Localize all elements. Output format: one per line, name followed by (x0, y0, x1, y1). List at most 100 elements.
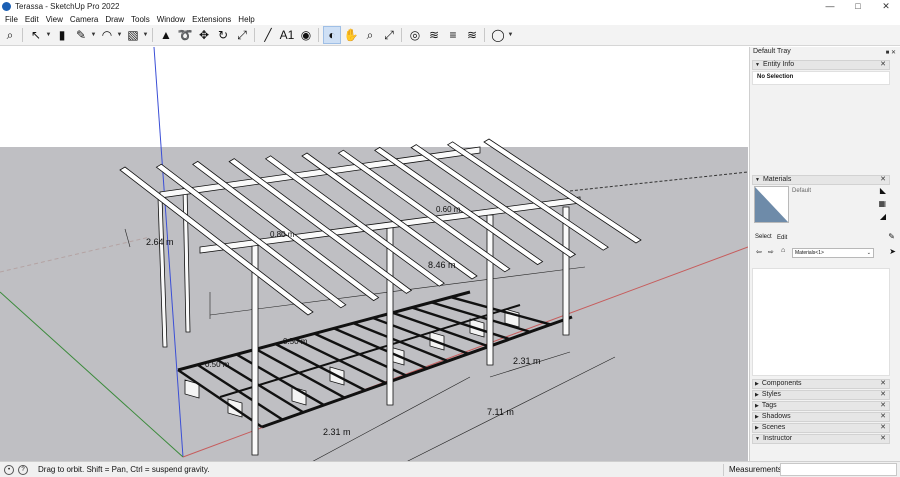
material-default-icon[interactable]: ◢ (880, 212, 886, 221)
material-swatch[interactable] (754, 186, 789, 223)
zoom-extents-tool-icon[interactable]: ⤢ (380, 26, 398, 44)
post[interactable] (386, 226, 394, 406)
chevron-down-icon[interactable]: ▼ (116, 32, 123, 38)
help-icon[interactable]: ? (18, 464, 28, 475)
close-panel-icon[interactable]: ✕ (880, 391, 886, 399)
material-name: Default (792, 188, 812, 194)
chevron-down-icon[interactable]: ▼ (507, 32, 514, 38)
zoom-tool-icon[interactable]: ⌕ (361, 26, 379, 44)
post[interactable] (251, 244, 259, 456)
close-panel-icon[interactable]: ✕ (880, 424, 886, 432)
panel-title: Tags (761, 402, 777, 409)
menu-tools[interactable]: Tools (131, 15, 150, 24)
post[interactable] (486, 214, 494, 366)
materials-preview: Default ◣ ▦ ◢ (752, 186, 890, 228)
eraser-tool-icon[interactable]: ▮ (53, 26, 71, 44)
chevron-down-icon[interactable]: ▼ (45, 32, 52, 38)
info-icon[interactable]: • (4, 464, 14, 475)
menu-file[interactable]: File (5, 15, 18, 24)
toolbar-separator (401, 28, 402, 42)
tab-materials-edit[interactable]: Edit (777, 235, 787, 241)
panel-instructor-header[interactable]: ▼ Instructor ✕ (752, 434, 890, 444)
measurements-input[interactable] (780, 463, 897, 476)
dimension-label: 0.50 m (205, 360, 230, 369)
menu-window[interactable]: Window (157, 15, 185, 24)
tray-title: Default Tray (753, 48, 791, 55)
push-pull-tool-icon[interactable]: ▲ (157, 26, 175, 44)
tray-header-buttons[interactable]: ■ ✕ (886, 49, 896, 56)
rotate-tool-icon[interactable]: ↻ (214, 26, 232, 44)
toolbar-separator (484, 28, 485, 42)
warehouse-icon[interactable]: ◎ (406, 26, 424, 44)
menu-camera[interactable]: Camera (70, 15, 98, 24)
material-cube-icon[interactable]: ▦ (878, 199, 886, 208)
chevron-down-icon[interactable]: ▼ (90, 32, 97, 38)
follow-me-tool-icon[interactable]: ➰ (176, 26, 194, 44)
layout-icon[interactable]: ≡ (444, 26, 462, 44)
close-panel-icon[interactable]: ✕ (880, 176, 886, 184)
panel-styles-header[interactable]: ▶ Styles ✕ (752, 390, 890, 400)
menu-extensions[interactable]: Extensions (192, 15, 231, 24)
panel-shadows-header[interactable]: ▶ Shadows ✕ (752, 412, 890, 422)
close-button[interactable]: ✕ (872, 0, 900, 13)
tape-measure-tool-icon[interactable]: ╱ (259, 26, 277, 44)
close-panel-icon[interactable]: ✕ (880, 402, 886, 410)
dimension-label: 0.50 m (283, 337, 308, 346)
panel-tags-header[interactable]: ▶ Tags ✕ (752, 401, 890, 411)
search-icon[interactable]: ⌕ (1, 26, 19, 44)
entity-info-text: No Selection (757, 74, 794, 80)
maximize-button[interactable]: □ (844, 0, 872, 13)
menu-view[interactable]: View (46, 15, 63, 24)
move-tool-icon[interactable]: ✥ (195, 26, 213, 44)
model-viewport[interactable]: 2.64 m 8.46 m 2.31 m 7.11 m 2.31 m 0.50 … (0, 47, 748, 461)
measurements-label: Measurements (729, 465, 782, 474)
material-library-value: Materials<1> (795, 250, 824, 256)
ground (0, 147, 748, 461)
details-arrow-icon[interactable]: ➤ (889, 247, 896, 256)
menu-help[interactable]: Help (238, 15, 254, 24)
close-panel-icon[interactable]: ✕ (880, 61, 886, 69)
select-tool-icon[interactable]: ↖ (27, 26, 45, 44)
panel-scenes-header[interactable]: ▶ Scenes ✕ (752, 423, 890, 433)
paint-bucket-tool-icon[interactable]: ◉ (297, 26, 315, 44)
close-panel-icon[interactable]: ✕ (880, 380, 886, 388)
panel-materials-header[interactable]: ▼ Materials ✕ (752, 175, 890, 185)
account-icon[interactable]: ◯ (489, 26, 507, 44)
toolbar-separator (22, 28, 23, 42)
extension-warehouse-icon[interactable]: ≋ (425, 26, 443, 44)
menu-edit[interactable]: Edit (25, 15, 39, 24)
close-panel-icon[interactable]: ✕ (880, 413, 886, 421)
model-canvas[interactable]: 2.64 m 8.46 m 2.31 m 7.11 m 2.31 m 0.50 … (0, 47, 748, 461)
shape-tool-icon[interactable]: ▧ (124, 26, 142, 44)
panel-title: Styles (761, 391, 781, 398)
pan-tool-icon[interactable]: ✋ (342, 26, 360, 44)
tab-materials-select[interactable]: Select (755, 234, 772, 240)
menu-bar: File Edit View Camera Draw Tools Window … (0, 13, 900, 25)
dimension-label: 0.80 m (270, 230, 295, 239)
create-material-icon[interactable]: ◣ (880, 186, 886, 195)
forward-icon[interactable]: ⇨ (768, 248, 774, 256)
home-icon[interactable]: ⌂ (781, 247, 785, 254)
close-panel-icon[interactable]: ✕ (880, 435, 886, 443)
minimize-button[interactable]: — (816, 0, 844, 13)
menu-draw[interactable]: Draw (105, 15, 124, 24)
sample-paint-icon[interactable]: ✎ (888, 232, 895, 241)
arc-tool-icon[interactable]: ◠ (98, 26, 116, 44)
dimension-label: 2.31 m (323, 427, 351, 437)
chevron-down-icon: ⌄ (866, 250, 871, 256)
dimension-label: 2.64 m (146, 237, 174, 247)
status-hint: Drag to orbit. Shift = Pan, Ctrl = suspe… (38, 465, 210, 474)
back-icon[interactable]: ⇦ (756, 248, 762, 256)
scale-tool-icon[interactable]: ⤢ (233, 26, 251, 44)
panel-title: Shadows (761, 413, 791, 420)
text-tool-icon[interactable]: A1 (278, 26, 296, 44)
extension-manager-icon[interactable]: ≋ (463, 26, 481, 44)
material-library-select[interactable]: Materials<1> ⌄ (792, 248, 874, 258)
dimension-label: 8.46 m (428, 260, 456, 270)
panel-entity-info-header[interactable]: ▼ Entity Info ✕ (752, 60, 890, 70)
expand-arrow-icon: ▶ (755, 414, 759, 420)
pencil-line-tool-icon[interactable]: ✎ (72, 26, 90, 44)
panel-components-header[interactable]: ▶ Components ✕ (752, 379, 890, 389)
orbit-tool-icon[interactable]: ◐ (323, 26, 341, 44)
chevron-down-icon[interactable]: ▼ (142, 32, 149, 38)
